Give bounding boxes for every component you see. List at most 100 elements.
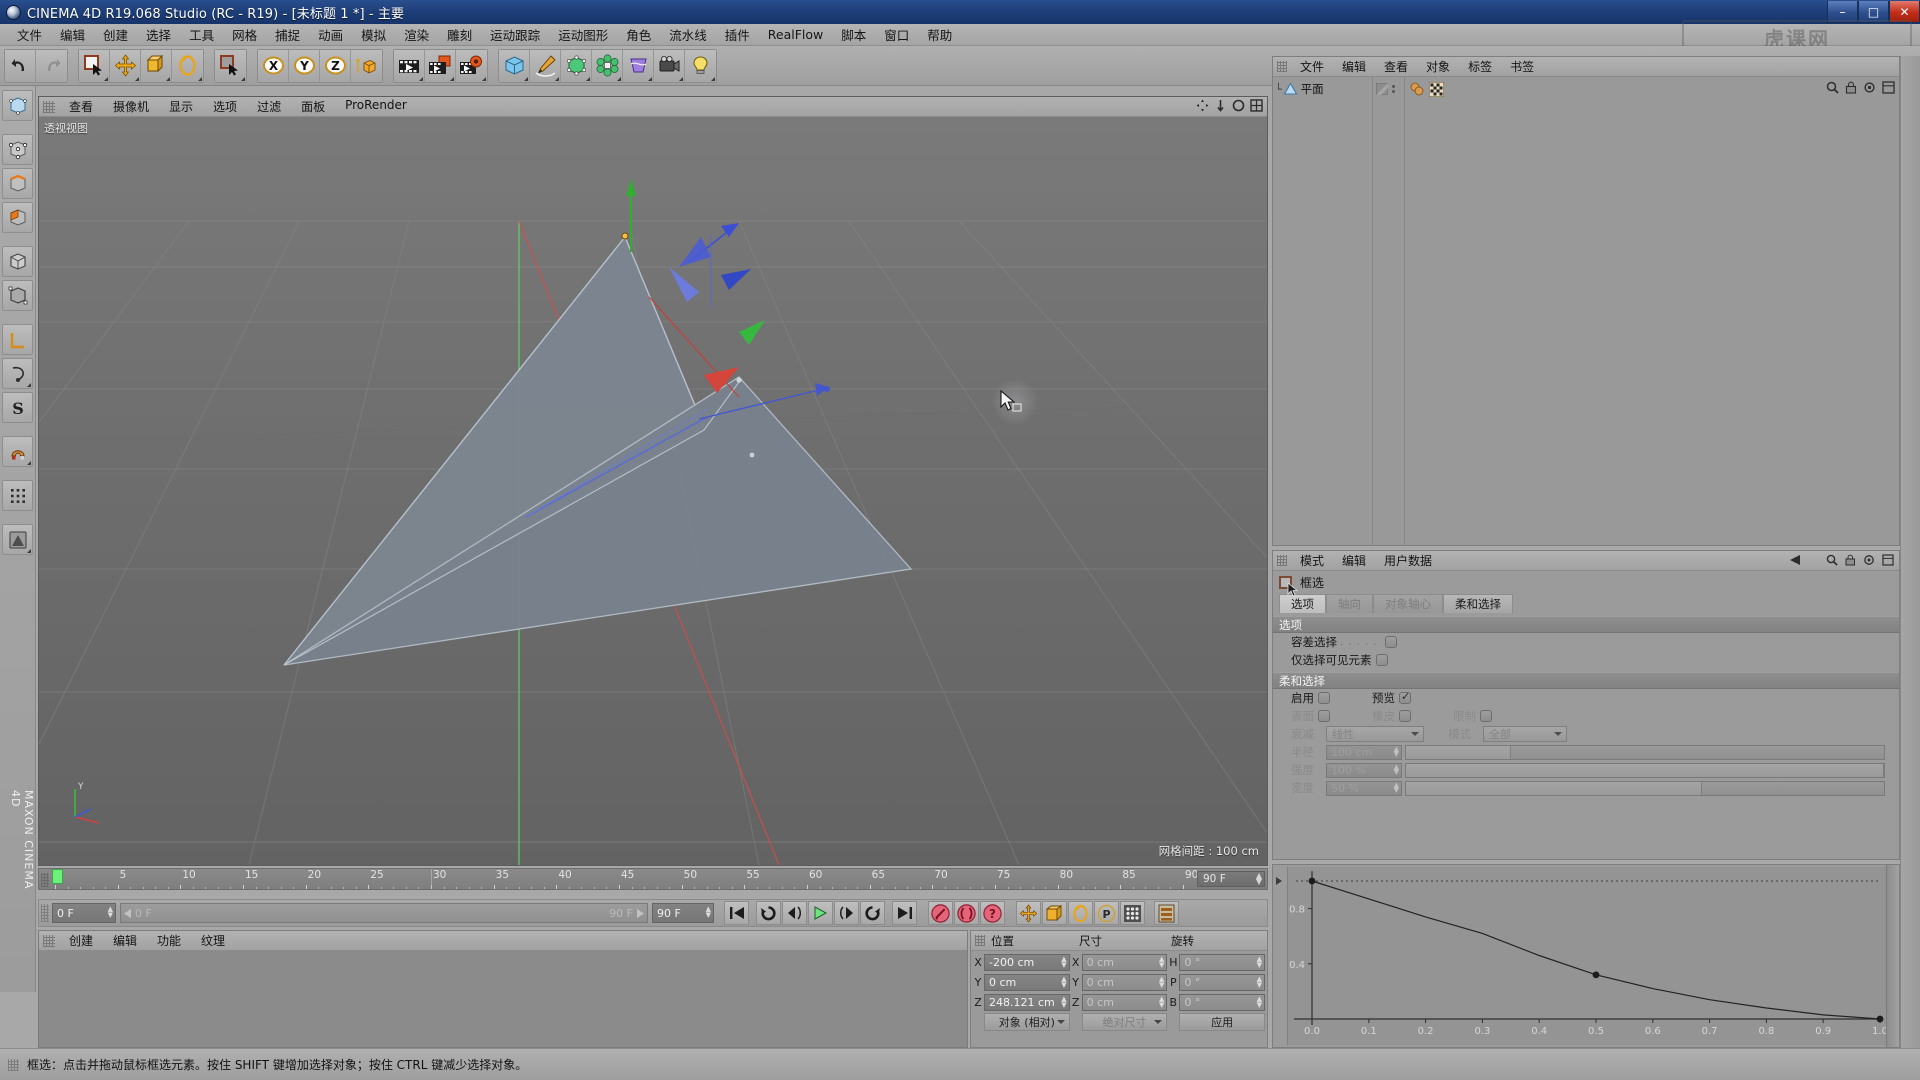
light-button[interactable] bbox=[685, 49, 716, 82]
record-key-button[interactable] bbox=[928, 901, 953, 925]
menu-item-雕刻[interactable]: 雕刻 bbox=[438, 23, 481, 46]
only-visible-checkbox[interactable] bbox=[1375, 654, 1388, 666]
menu-item-窗口[interactable]: 窗口 bbox=[875, 23, 918, 46]
object-manager-body[interactable]: └ 平面 bbox=[1273, 77, 1899, 545]
position-z-input[interactable]: 248.121 cm ▲ ▼ bbox=[984, 994, 1070, 1011]
spinner-icon[interactable]: ▲ ▼ bbox=[1061, 976, 1066, 989]
search-icon[interactable] bbox=[1826, 554, 1838, 566]
menu-item-选择[interactable]: 选择 bbox=[137, 23, 180, 46]
material-manager[interactable]: 创建 编辑 功能 纹理 bbox=[38, 930, 968, 1048]
falloff-curve-graph[interactable]: 0.4 0.8 0.0 0.1 0.2 0.3 0.4 0.5 0.6 0.7 0.8 0.9 1.0 bbox=[1287, 867, 1888, 1045]
object-menu-item-编辑[interactable]: 编辑 bbox=[1333, 57, 1375, 76]
strength-slider[interactable] bbox=[1405, 762, 1885, 778]
rotation-h-input[interactable]: 0 ° ▲ ▼ bbox=[1179, 954, 1265, 971]
curve-control-point-1[interactable] bbox=[1592, 971, 1600, 979]
visibility-dots-icon[interactable] bbox=[1392, 85, 1395, 93]
spinner-icon[interactable]: ▲ ▼ bbox=[1257, 976, 1262, 989]
size-mode-dropdown[interactable]: 绝对尺寸 bbox=[1081, 1013, 1168, 1031]
viewport-grip-icon[interactable] bbox=[43, 100, 55, 113]
mode-select[interactable]: 全部 bbox=[1483, 726, 1567, 742]
menu-item-运动跟踪[interactable]: 运动跟踪 bbox=[481, 23, 549, 46]
next-keyframe-button[interactable] bbox=[860, 901, 885, 925]
render-settings-button[interactable] bbox=[456, 49, 487, 82]
render-region-button[interactable] bbox=[425, 49, 456, 82]
maximize-view-icon[interactable] bbox=[1250, 99, 1263, 112]
strength-slider-field[interactable]: 100 % ▲ ▼ bbox=[1326, 762, 1402, 778]
lock-icon[interactable] bbox=[1845, 81, 1857, 94]
menu-item-文件[interactable]: 文件 bbox=[8, 23, 51, 46]
falloff-select[interactable]: 线性 bbox=[1326, 726, 1424, 742]
viewport-menu-item-摄像机[interactable]: 摄像机 bbox=[103, 97, 159, 116]
spinner-icon[interactable]: ▲ ▼ bbox=[1159, 956, 1164, 969]
menu-item-运动图形[interactable]: 运动图形 bbox=[549, 23, 617, 46]
material-menu-item-创建[interactable]: 创建 bbox=[59, 931, 103, 950]
rotate-button[interactable] bbox=[172, 49, 203, 82]
menu-item-帮助[interactable]: 帮助 bbox=[918, 23, 961, 46]
material-manager-grip-icon[interactable] bbox=[43, 934, 55, 947]
rotation-b-input[interactable]: 0 ° ▲ ▼ bbox=[1179, 994, 1265, 1011]
menu-item-模拟[interactable]: 模拟 bbox=[352, 23, 395, 46]
rotation-p-input[interactable]: 0 ° ▲ ▼ bbox=[1179, 974, 1265, 991]
param-key-button[interactable]: P bbox=[1094, 901, 1119, 925]
viewport-menu-item-面板[interactable]: 面板 bbox=[291, 97, 335, 116]
radius-slider-field[interactable]: 100 cm ▲ ▼ bbox=[1326, 744, 1402, 760]
select-mode-button[interactable] bbox=[215, 49, 246, 82]
material-tag-icon[interactable] bbox=[1409, 82, 1425, 96]
attributes-grip-icon[interactable] bbox=[1277, 555, 1287, 566]
keyframe-selection-button[interactable]: ? bbox=[980, 901, 1005, 925]
polygon-mode-icon[interactable] bbox=[2, 202, 33, 233]
object-manager[interactable]: 文件 编辑 查看 对象 标签 书签 └ 平面 bbox=[1272, 56, 1900, 546]
point-mode-icon[interactable] bbox=[2, 134, 33, 165]
make-editable-icon[interactable] bbox=[2, 90, 33, 121]
layer-swatch-icon[interactable] bbox=[1376, 83, 1388, 95]
search-icon[interactable] bbox=[1826, 81, 1839, 94]
axis-x-button[interactable]: X bbox=[258, 49, 289, 82]
back-arrow-icon[interactable] bbox=[1788, 554, 1802, 566]
object-visibility-row[interactable] bbox=[1373, 81, 1404, 97]
texture-axis-icon[interactable] bbox=[2, 324, 33, 355]
preview-range-bar[interactable]: 0 F 90 F bbox=[120, 903, 648, 923]
material-menu-item-编辑[interactable]: 编辑 bbox=[103, 931, 147, 950]
rotate-view-icon[interactable] bbox=[1232, 99, 1245, 112]
gear-icon[interactable] bbox=[1863, 81, 1876, 94]
scale-key-button[interactable] bbox=[1042, 901, 1067, 925]
range-right-arrow-icon[interactable] bbox=[636, 908, 644, 918]
move-button[interactable] bbox=[110, 49, 141, 82]
attributes-menu-item-模式[interactable]: 模式 bbox=[1291, 551, 1333, 570]
menu-item-流水线[interactable]: 流水线 bbox=[660, 23, 716, 46]
goto-end-button[interactable] bbox=[892, 901, 917, 925]
soft-preview-checkbox[interactable] bbox=[1399, 690, 1411, 704]
timeline-track[interactable]: 051015202530354045505560657075808590 bbox=[51, 869, 1198, 889]
spinner-icon[interactable]: ▲ ▼ bbox=[1256, 872, 1262, 886]
position-y-input[interactable]: 0 cm ▲ ▼ bbox=[984, 974, 1070, 991]
pan-view-icon[interactable] bbox=[1196, 99, 1209, 112]
attributes-tab-柔和选择[interactable]: 柔和选择 bbox=[1443, 594, 1513, 613]
object-menu-item-对象[interactable]: 对象 bbox=[1417, 57, 1459, 76]
world-coord-button[interactable] bbox=[351, 49, 382, 82]
spinner-icon[interactable]: ▲ ▼ bbox=[1159, 996, 1164, 1009]
timeline-grip-icon[interactable] bbox=[41, 873, 49, 887]
spinner-icon[interactable]: ▲ ▼ bbox=[1394, 781, 1399, 793]
axis-y-button[interactable]: Y bbox=[289, 49, 320, 82]
surface-checkbox[interactable] bbox=[1318, 710, 1330, 722]
redo-button[interactable] bbox=[36, 49, 67, 82]
transport-grip-icon[interactable] bbox=[41, 904, 49, 922]
deformer-button[interactable] bbox=[623, 49, 654, 82]
coordinate-mode-dropdown[interactable]: 对象 (相对) bbox=[984, 1013, 1070, 1031]
viewport-menu-item-查看[interactable]: 查看 bbox=[59, 97, 103, 116]
falloff-curve-panel[interactable]: 0.4 0.8 0.0 0.1 0.2 0.3 0.4 0.5 0.6 0.7 0.8 0.9 1.0 bbox=[1272, 864, 1900, 1048]
viewport-menu-item-选项[interactable]: 选项 bbox=[203, 97, 247, 116]
pla-key-button[interactable] bbox=[1120, 901, 1145, 925]
timeline-ruler[interactable]: 051015202530354045505560657075808590 90 … bbox=[38, 868, 1268, 890]
edge-mode-icon[interactable] bbox=[2, 168, 33, 199]
nurbs-button[interactable] bbox=[561, 49, 592, 82]
object-manager-grip-icon[interactable] bbox=[1277, 61, 1287, 72]
attributes-tab-轴向[interactable]: 轴向 bbox=[1326, 594, 1373, 613]
goto-start-button[interactable] bbox=[724, 901, 749, 925]
object-visibility-column[interactable] bbox=[1373, 77, 1405, 545]
menu-item-角色[interactable]: 角色 bbox=[617, 23, 660, 46]
material-menu-item-功能[interactable]: 功能 bbox=[147, 931, 191, 950]
spinner-icon[interactable]: ▲ ▼ bbox=[1061, 996, 1066, 1009]
rotation-key-button[interactable] bbox=[1068, 901, 1093, 925]
menu-item-工具[interactable]: 工具 bbox=[180, 23, 223, 46]
